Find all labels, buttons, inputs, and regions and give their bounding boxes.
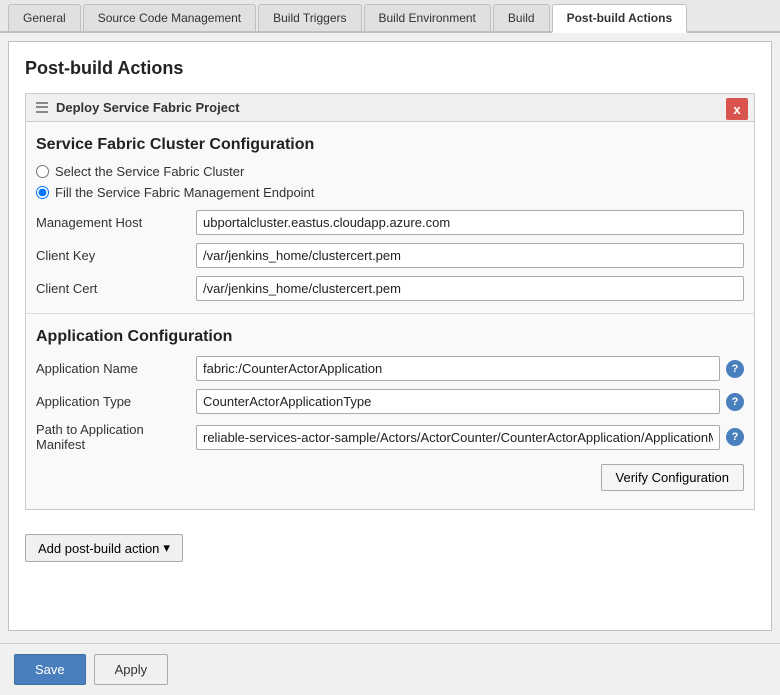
- main-content: Post-build Actions Deploy Service Fabric…: [8, 41, 772, 631]
- tab-build-env[interactable]: Build Environment: [364, 4, 491, 31]
- tab-build[interactable]: Build: [493, 4, 550, 31]
- drag-handle: [36, 101, 48, 115]
- app-type-label: Application Type: [36, 394, 196, 409]
- bottom-bar: Save Apply: [0, 643, 780, 695]
- add-post-build-action-button[interactable]: Add post-build action ▾: [25, 534, 183, 562]
- tab-scm[interactable]: Source Code Management: [83, 4, 256, 31]
- management-host-row: Management Host: [36, 210, 744, 235]
- radio-fill[interactable]: [36, 186, 49, 199]
- app-manifest-help-icon[interactable]: ?: [726, 428, 744, 446]
- radio-fill-item: Fill the Service Fabric Management Endpo…: [36, 185, 744, 200]
- save-button[interactable]: Save: [14, 654, 86, 685]
- page-title: Post-build Actions: [25, 58, 755, 79]
- client-key-row: Client Key: [36, 243, 744, 268]
- app-name-label: Application Name: [36, 361, 196, 376]
- app-type-row: Application Type ?: [36, 389, 744, 414]
- tab-general[interactable]: General: [8, 4, 81, 31]
- app-form-section: Application Name ? Application Type ? Pa…: [26, 356, 754, 452]
- app-manifest-input[interactable]: [196, 425, 720, 450]
- app-name-help-icon[interactable]: ?: [726, 360, 744, 378]
- cluster-config-title: Service Fabric Cluster Configuration: [26, 136, 754, 154]
- radio-select-item: Select the Service Fabric Cluster: [36, 164, 744, 179]
- app-name-input[interactable]: [196, 356, 720, 381]
- radio-select[interactable]: [36, 165, 49, 178]
- inner-panel: Service Fabric Cluster Configuration Sel…: [26, 136, 754, 509]
- management-host-input[interactable]: [196, 210, 744, 235]
- radio-select-label[interactable]: Select the Service Fabric Cluster: [55, 164, 244, 179]
- verify-configuration-button[interactable]: Verify Configuration: [601, 464, 744, 491]
- app-type-help-icon[interactable]: ?: [726, 393, 744, 411]
- tab-build-triggers[interactable]: Build Triggers: [258, 4, 361, 31]
- verify-row: Verify Configuration: [26, 460, 754, 499]
- deploy-panel-header: Deploy Service Fabric Project x: [26, 94, 754, 122]
- app-name-row: Application Name ?: [36, 356, 744, 381]
- client-cert-input[interactable]: [196, 276, 744, 301]
- app-manifest-label: Path to Application Manifest: [36, 422, 196, 452]
- tab-post-build[interactable]: Post-build Actions: [552, 4, 688, 33]
- apply-button[interactable]: Apply: [94, 654, 169, 685]
- app-type-input[interactable]: [196, 389, 720, 414]
- app-manifest-row: Path to Application Manifest ?: [36, 422, 744, 452]
- client-key-label: Client Key: [36, 248, 196, 263]
- cluster-form-section: Management Host Client Key Client Cert: [26, 210, 754, 301]
- tab-bar: GeneralSource Code ManagementBuild Trigg…: [0, 0, 780, 33]
- radio-group: Select the Service Fabric Cluster Fill t…: [26, 164, 754, 200]
- dropdown-arrow-icon: ▾: [163, 540, 170, 556]
- close-deploy-button[interactable]: x: [726, 98, 748, 120]
- deploy-panel: Deploy Service Fabric Project x Service …: [25, 93, 755, 510]
- app-config-title: Application Configuration: [26, 328, 754, 346]
- client-key-input[interactable]: [196, 243, 744, 268]
- radio-fill-label[interactable]: Fill the Service Fabric Management Endpo…: [55, 185, 314, 200]
- client-cert-label: Client Cert: [36, 281, 196, 296]
- client-cert-row: Client Cert: [36, 276, 744, 301]
- add-action-label: Add post-build action: [38, 541, 159, 556]
- deploy-panel-title: Deploy Service Fabric Project: [56, 100, 240, 115]
- management-host-label: Management Host: [36, 215, 196, 230]
